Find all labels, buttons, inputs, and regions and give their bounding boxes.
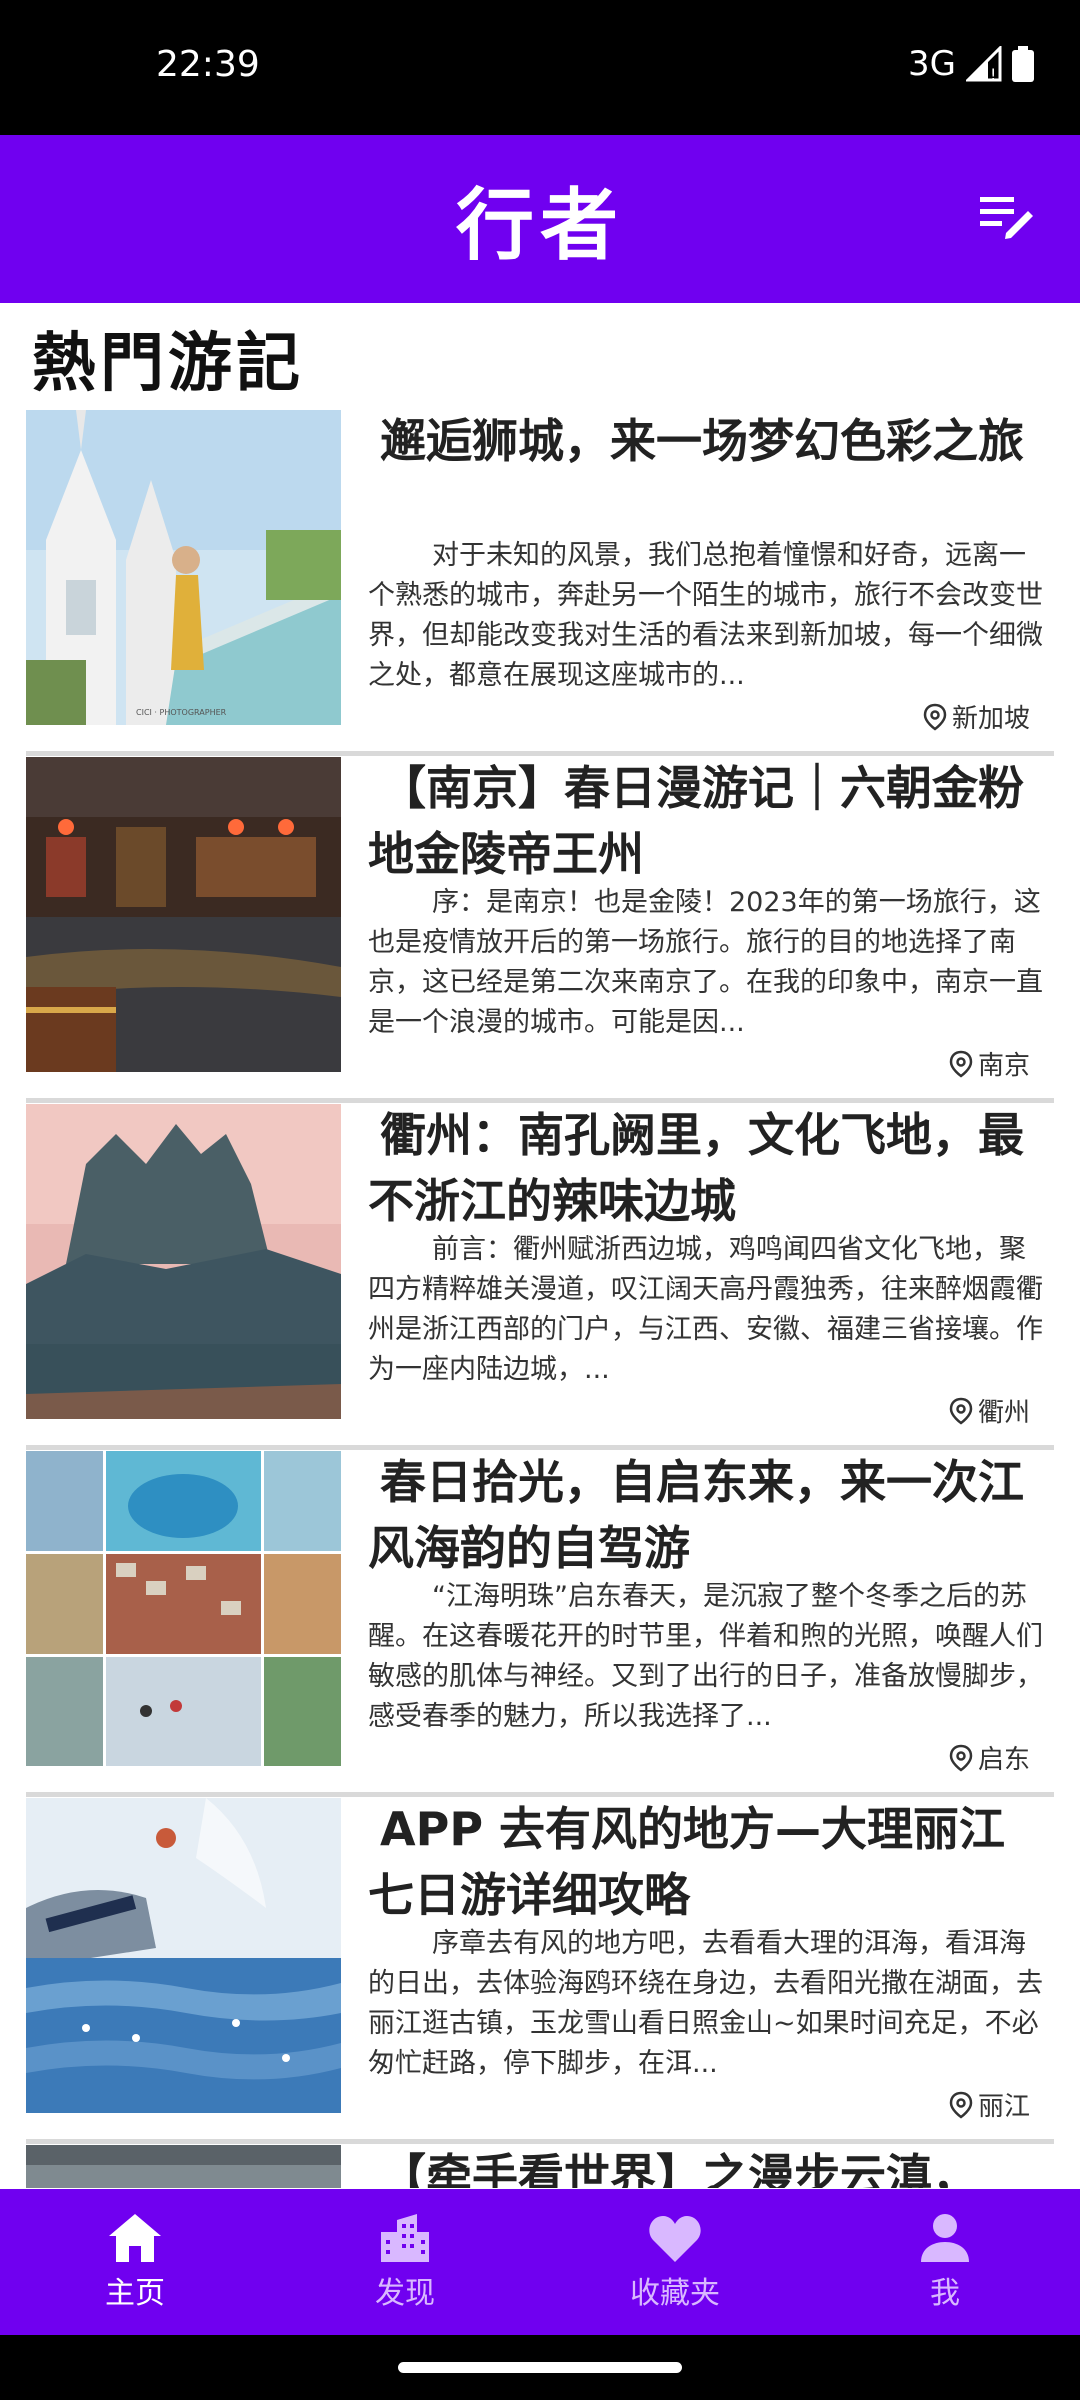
nav-label: 收藏夹 — [630, 2276, 720, 2311]
svg-text:!: ! — [990, 65, 996, 82]
heart-icon — [649, 2216, 701, 2262]
post-title[interactable]: 【牵手看世界】之漫步云滇， — [368, 2143, 1028, 2188]
edit-list-button[interactable] — [976, 185, 1036, 245]
battery-icon — [1012, 46, 1034, 82]
city-icon — [381, 2214, 429, 2262]
post-excerpt: “江海明珠”启东春天，是沉寂了整个冬季之后的苏醒。在这春暖花开的时节里，伴着和煦… — [368, 1581, 1043, 1732]
post-card[interactable]: 【南京】春日漫游记｜六朝金粉地金陵帝王州 序：是南京！也是金陵！2023年的第一… — [26, 755, 1054, 1103]
location-pin-icon — [949, 2091, 973, 2119]
network-type: 3G — [908, 44, 956, 84]
post-title[interactable]: 衢州：南孔阙里，文化飞地，最不浙江的辣味边城 — [368, 1102, 1028, 1234]
post-location: 启东 — [948, 1739, 1030, 1776]
location-label: 南京 — [977, 1051, 1030, 1081]
post-excerpt: 前言：衢州赋浙西边城，鸡鸣闻四省文化飞地，聚四方精粹雄关漫道，叹江阔天高丹霞独秀… — [368, 1234, 1043, 1385]
post-thumbnail — [26, 2145, 341, 2188]
nav-favorites[interactable]: 收藏夹 — [540, 2189, 810, 2335]
section-title: 熱門游記 — [32, 326, 304, 401]
post-title[interactable]: 春日拾光，自启东来，来一次江风海韵的自驾游 — [368, 1449, 1028, 1581]
status-indicators: 3G ! — [908, 44, 1034, 84]
nav-discover[interactable]: 发现 — [270, 2189, 540, 2335]
location-pin-icon — [949, 1050, 973, 1078]
post-excerpt: 序：是南京！也是金陵！2023年的第一场旅行，这也是疫情放开后的第一场旅行。旅行… — [368, 887, 1043, 1038]
post-title[interactable]: 邂逅狮城，来一场梦幻色彩之旅 — [368, 408, 1028, 474]
app-title: 行者 — [455, 180, 624, 271]
location-pin-icon — [949, 1744, 973, 1772]
post-card[interactable]: 衢州：南孔阙里，文化飞地，最不浙江的辣味边城 前言：衢州赋浙西边城，鸡鸣闻四省文… — [26, 1102, 1054, 1450]
person-icon — [921, 2214, 969, 2262]
post-excerpt: 对于未知的风景，我们总抱着憧憬和好奇，远离一个熟悉的城市，奔赴另一个陌生的城市，… — [368, 540, 1043, 691]
nav-profile[interactable]: 我 — [810, 2189, 1080, 2335]
post-title[interactable]: 【南京】春日漫游记｜六朝金粉地金陵帝王州 — [368, 755, 1028, 887]
post-card[interactable]: APP 去有风的地方—大理丽江七日游详细攻略 序章去有风的地方吧，去看看大理的洱… — [26, 1796, 1054, 2144]
nav-label: 我 — [930, 2276, 960, 2311]
post-location: 南京 — [948, 1045, 1030, 1082]
nav-home[interactable]: 主页 — [0, 2189, 270, 2335]
location-label: 新加坡 — [951, 704, 1030, 734]
bottom-navigation: 主页 发现 收藏夹 我 — [0, 2189, 1080, 2335]
location-label: 丽江 — [977, 2092, 1030, 2122]
location-label: 衢州 — [977, 1398, 1030, 1428]
post-excerpt: 序章去有风的地方吧，去看看大理的洱海，看洱海的日出，去体验海鸥环绕在身边，去看阳… — [368, 1928, 1043, 2079]
status-bar: 22:39 3G ! — [0, 0, 1080, 135]
post-thumbnail — [26, 1798, 341, 2113]
post-location: 衢州 — [948, 1392, 1030, 1429]
signal-icon: ! — [966, 46, 1002, 82]
post-card[interactable]: 【牵手看世界】之漫步云滇， — [26, 2143, 1054, 2188]
travel-post-feed[interactable]: CICI · PHOTOGRAPHER 邂逅狮城，来一场梦幻色彩之旅 对于未知的… — [0, 408, 1080, 2188]
post-thumbnail — [26, 1104, 341, 1419]
post-thumbnail — [26, 1451, 341, 1766]
thumbnail-watermark: CICI · PHOTOGRAPHER — [136, 708, 227, 717]
post-card[interactable]: CICI · PHOTOGRAPHER 邂逅狮城，来一场梦幻色彩之旅 对于未知的… — [26, 408, 1054, 756]
nav-label: 发现 — [375, 2276, 435, 2311]
home-gesture-bar[interactable] — [398, 2362, 682, 2373]
app-bar: 行者 — [0, 135, 1080, 303]
nav-label: 主页 — [105, 2276, 165, 2311]
home-icon — [109, 2214, 161, 2262]
post-thumbnail: CICI · PHOTOGRAPHER — [26, 410, 341, 725]
location-label: 启东 — [977, 1745, 1030, 1775]
post-location: 新加坡 — [922, 698, 1030, 735]
status-time: 22:39 — [156, 44, 260, 85]
post-title[interactable]: APP 去有风的地方—大理丽江七日游详细攻略 — [368, 1796, 1028, 1928]
post-location: 丽江 — [948, 2086, 1030, 2123]
post-card[interactable]: 春日拾光，自启东来，来一次江风海韵的自驾游 “江海明珠”启东春天，是沉寂了整个冬… — [26, 1449, 1054, 1797]
location-pin-icon — [923, 703, 947, 731]
post-thumbnail — [26, 757, 341, 1072]
system-gesture-area — [0, 2335, 1080, 2400]
location-pin-icon — [949, 1397, 973, 1425]
edit-list-icon — [980, 197, 1033, 239]
